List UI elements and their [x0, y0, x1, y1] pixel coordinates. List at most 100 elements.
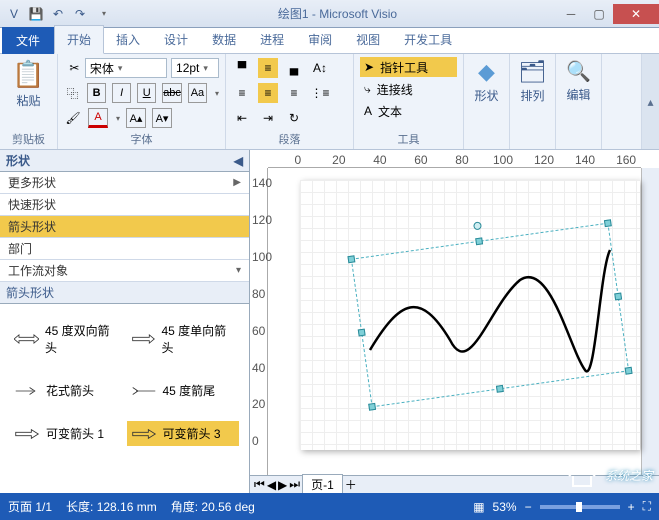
minimize-button[interactable]: ─ — [557, 4, 585, 24]
tab-data[interactable]: 数据 — [200, 26, 248, 53]
paste-button[interactable]: 📋 粘贴 — [8, 57, 48, 111]
arrange-button[interactable]: 🗂 排列 — [516, 57, 549, 106]
resize-handle-bl[interactable] — [368, 403, 376, 411]
cut-icon[interactable]: ✂ — [64, 61, 85, 75]
close-button[interactable]: ✕ — [613, 4, 659, 24]
edit-button[interactable]: 🔍 编辑 — [562, 57, 595, 105]
resize-handle-r[interactable] — [614, 293, 622, 301]
align-center-button[interactable]: ≡ — [258, 83, 278, 103]
tab-review[interactable]: 审阅 — [296, 26, 344, 53]
shape-a1-label: 45 度双向箭头 — [45, 322, 119, 356]
tab-insert[interactable]: 插入 — [104, 26, 152, 53]
shapes-subheader: 箭头形状 — [0, 282, 249, 304]
font-grow-button[interactable]: A▴ — [126, 108, 146, 128]
change-case-button[interactable]: Aa — [188, 83, 207, 103]
italic-button[interactable]: I — [112, 83, 131, 103]
chevron-left-icon[interactable]: ◀ — [234, 154, 243, 168]
shapes-row-dept[interactable]: 部门 — [0, 238, 249, 260]
shape-item-45-double[interactable]: 45 度双向箭头 — [10, 318, 123, 360]
resize-handle-b[interactable] — [496, 385, 504, 393]
page-tab-1[interactable]: 页-1 — [302, 474, 343, 493]
zoom-slider[interactable] — [540, 505, 620, 509]
shapes-row-workflow[interactable]: 工作流对象▾ — [0, 260, 249, 282]
tab-process[interactable]: 进程 — [248, 26, 296, 53]
resize-handle-br[interactable] — [625, 367, 633, 375]
tab-home[interactable]: 开始 — [54, 25, 104, 54]
shape-button[interactable]: ◆ 形状 — [470, 57, 503, 106]
tab-dev[interactable]: 开发工具 — [392, 26, 464, 53]
align-bottom-button[interactable]: ▄ — [284, 58, 304, 78]
undo-icon[interactable]: ↶ — [48, 4, 68, 24]
maximize-button[interactable]: ▢ — [585, 4, 613, 24]
zoom-in-button[interactable]: + — [628, 500, 635, 514]
text-direction-button[interactable]: A↕ — [310, 58, 330, 78]
app-icon[interactable]: V — [4, 4, 24, 24]
bullets-button[interactable]: ⋮≡ — [310, 83, 330, 103]
font-color-button[interactable]: A — [88, 108, 108, 128]
fit-window-icon[interactable]: ⛶ — [643, 499, 651, 514]
group-paragraph: ▀ ≡ ▄ A↕ ≡ ≡ ≡ ⋮≡ ⇤ ⇥ ↻ 段落 — [226, 54, 354, 149]
shapes-row-quick[interactable]: 快速形状 — [0, 194, 249, 216]
shape-item-45-single[interactable]: 45 度单向箭头 — [127, 318, 240, 360]
pointer-tool-button[interactable]: ➤ 指针工具 — [360, 57, 457, 77]
copy-icon[interactable]: ⿻ — [64, 85, 81, 102]
indent-increase-button[interactable]: ⇥ — [258, 108, 278, 128]
font-grow-icon[interactable]: ▾ — [215, 89, 219, 98]
resize-handle-tl[interactable] — [347, 255, 355, 263]
group-edit: 🔍 编辑 — [556, 54, 602, 149]
font-color-dropdown-icon[interactable]: ▾ — [116, 114, 120, 123]
tab-file[interactable]: 文件 — [2, 27, 54, 54]
strike-button[interactable]: abc — [162, 83, 182, 103]
shapes-row-arrow[interactable]: 箭头形状 — [0, 216, 249, 238]
group-tools: ➤ 指针工具 ⤷ 连接线 A 文本 工具 — [354, 54, 464, 149]
resize-handle-tr[interactable] — [604, 219, 612, 227]
row-dept-label: 部门 — [8, 240, 32, 257]
connector-tool-button[interactable]: ⤷ 连接线 — [360, 79, 457, 99]
align-left-button[interactable]: ≡ — [232, 83, 252, 103]
indent-decrease-button[interactable]: ⇤ — [232, 108, 252, 128]
pagetab-add-icon[interactable]: ＋ — [345, 476, 357, 493]
tab-design[interactable]: 设计 — [152, 26, 200, 53]
shape-item-var1[interactable]: 可变箭头 1 — [10, 421, 123, 446]
pagetab-prev-icon[interactable]: ◀ — [267, 478, 276, 492]
resize-handle-l[interactable] — [358, 329, 366, 337]
font-shrink-button[interactable]: A▾ — [152, 108, 172, 128]
shape-item-var3[interactable]: 可变箭头 3 — [127, 421, 240, 446]
chevron-down-icon: ▾ — [236, 265, 241, 276]
pagetab-first-icon[interactable]: ⏮ — [254, 477, 265, 492]
save-icon[interactable]: 💾 — [26, 4, 46, 24]
text-tool-button[interactable]: A 文本 — [360, 101, 457, 121]
bold-button[interactable]: B — [87, 83, 106, 103]
align-top-button[interactable]: ▀ — [232, 58, 252, 78]
zoom-out-button[interactable]: − — [525, 500, 532, 514]
window-controls: ─ ▢ ✕ — [557, 4, 659, 24]
drawing-page[interactable] — [300, 180, 640, 450]
tab-view[interactable]: 视图 — [344, 26, 392, 53]
font-size-combo[interactable]: 12pt▾ — [171, 58, 219, 78]
qat-dropdown-icon[interactable]: ▾ — [94, 4, 114, 24]
shape-item-45-tail[interactable]: 45 度箭尾 — [127, 378, 240, 403]
text-label: 文本 — [378, 103, 402, 120]
pagetab-next-icon[interactable]: ▶ — [278, 478, 287, 492]
shapes-header: 形状 ◀ — [0, 150, 249, 172]
arrow-var3-icon — [131, 427, 157, 441]
font-family-combo[interactable]: 宋体▾ — [85, 58, 167, 78]
text-icon: A — [364, 104, 372, 118]
align-middle-button[interactable]: ≡ — [258, 58, 278, 78]
align-right-button[interactable]: ≡ — [284, 83, 304, 103]
shapes-pane: 形状 ◀ 更多形状▶ 快速形状 箭头形状 部门 工作流对象▾ 箭头形状 45 度… — [0, 150, 250, 493]
underline-button[interactable]: U — [137, 83, 156, 103]
arrow-single-icon — [131, 332, 156, 346]
vertical-scrollbar[interactable] — [641, 168, 659, 475]
pagetab-last-icon[interactable]: ⏭ — [289, 477, 300, 492]
rotate-button[interactable]: ↻ — [284, 108, 304, 128]
zoom-thumb[interactable] — [576, 502, 582, 512]
ribbon-collapse-icon[interactable]: ▴ — [641, 54, 659, 149]
redo-icon[interactable]: ↷ — [70, 4, 90, 24]
row-more-label: 更多形状 — [8, 174, 56, 191]
view-mode-icon[interactable]: ▦ — [473, 500, 484, 514]
shape-item-fancy[interactable]: 花式箭头 — [10, 378, 123, 403]
format-painter-icon[interactable]: 🖌 — [64, 111, 82, 125]
resize-handle-t[interactable] — [475, 237, 483, 245]
shapes-row-more[interactable]: 更多形状▶ — [0, 172, 249, 194]
